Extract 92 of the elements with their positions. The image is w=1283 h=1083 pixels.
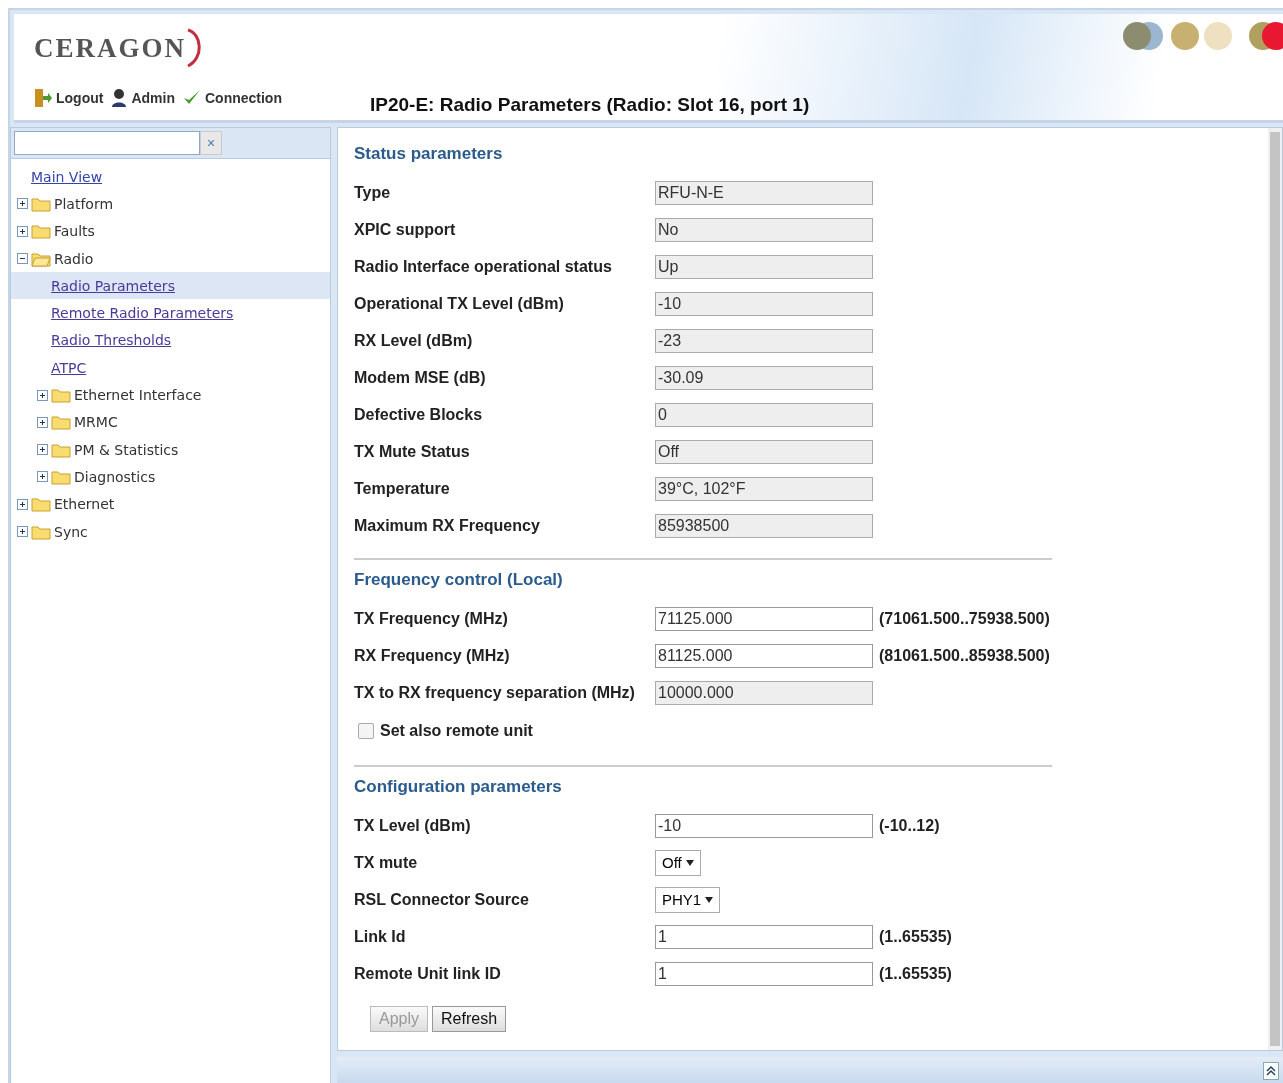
folder-icon [31,195,51,212]
section-heading: Frequency control (Local) [354,570,564,591]
field-label: Modem MSE (dB) [354,368,487,387]
field-label: Radio Interface operational status [354,257,613,276]
readonly-field: 85938500 [655,513,873,538]
field-label: Type [354,183,392,202]
readonly-field: 10000.000 [655,680,873,705]
readonly-field: -23 [655,328,873,353]
field-label: Link Id [354,927,407,946]
readonly-field: Off [655,439,873,464]
expand-icon[interactable] [17,498,28,510]
tree-folder[interactable]: Diagnostics [74,468,156,485]
readonly-field: Up [655,254,873,279]
expand-icon[interactable] [37,471,48,483]
tree-folder[interactable]: Ethernet [54,496,115,513]
checkbox[interactable] [358,723,374,739]
field-label: TX Level (dBm) [354,816,472,835]
tree-folder[interactable]: Faults [54,223,95,240]
range-hint: (71061.500..75938.500) [879,609,1050,628]
expand-icon[interactable] [17,198,28,210]
dropdown[interactable]: Off [655,849,701,876]
expand-icon[interactable] [37,416,48,428]
logo-swoosh-icon [186,28,204,68]
folder-icon [51,441,71,458]
scrollbar[interactable] [1268,128,1282,1050]
tree-link[interactable]: Radio Thresholds [51,332,172,349]
field-label: RX Level (dBm) [354,331,474,350]
expand-icon[interactable] [37,444,48,456]
header-link[interactable]: Admin [131,90,175,106]
tree-folder[interactable]: Platform [54,195,114,212]
field-label: Remote Unit link ID [354,964,502,983]
readonly-field: 0 [655,402,873,427]
field-label: TX Mute Status [354,442,471,461]
folder-icon [31,523,51,540]
section-heading: Status parameters [354,144,504,165]
open-folder-icon [31,250,51,267]
folder-icon [51,468,71,485]
field-label: RX Frequency (MHz) [354,646,511,665]
range-hint: (1..65535) [879,927,952,946]
user-icon [111,88,128,108]
readonly-field: -30.09 [655,365,873,390]
field-label: Defective Blocks [354,405,484,424]
input-field[interactable]: 71125.000 [655,606,873,631]
expand-icon[interactable] [17,526,28,537]
caret-icon [685,859,694,866]
header-link[interactable]: Logout [56,90,104,106]
collapse-icon[interactable] [1263,1062,1279,1080]
folder-icon [51,414,71,431]
expand-icon[interactable] [37,389,48,401]
readonly-field: -10 [655,291,873,316]
expand-icon[interactable] [17,225,28,237]
readonly-field: No [655,217,873,242]
input-field[interactable]: 1 [655,924,873,949]
tree-folder[interactable]: Radio [54,250,94,267]
field-label: TX to RX frequency separation (MHz) [354,683,636,702]
field-label: Operational TX Level (dBm) [354,294,565,313]
input-field[interactable]: 81125.000 [655,643,873,668]
field-label: XPIC support [354,220,457,239]
readonly-field: RFU-N-E [655,180,873,205]
field-label: TX Frequency (MHz) [354,609,509,628]
search-field[interactable] [14,131,200,155]
page-title: IP20-E: Radio Parameters (Radio: Slot 16, port 1) [369,94,811,117]
readonly-field: 39°C, 102°F [655,476,873,501]
tree-folder[interactable]: PM & Statistics [74,441,179,458]
door-icon [34,88,52,108]
tree-folder[interactable]: Ethernet Interface [74,387,202,403]
tree-folder[interactable]: MRMC [74,414,118,431]
field-label: Temperature [354,479,451,498]
tree-folder[interactable]: Sync [54,523,88,540]
collapse-icon[interactable] [17,253,28,265]
range-hint: (81061.500..85938.500) [879,646,1050,665]
folder-icon [31,223,51,240]
caret-icon [705,896,714,903]
range-hint: (1..65535) [879,964,952,983]
clear-button[interactable]: × [200,131,222,155]
checkbox-label: Set also remote unit [380,722,534,740]
logo: CERAGON [34,32,186,64]
section-heading: Configuration parameters [354,777,563,798]
header-link[interactable]: Connection [205,90,282,106]
input-field[interactable]: 1 [655,961,873,986]
dropdown[interactable]: PHY1 [655,886,721,913]
range-hint: (-10..12) [879,816,940,835]
tree-link[interactable]: ATPC [51,359,87,376]
tree-link[interactable]: Remote Radio Parameters [51,305,234,322]
form-button[interactable]: Refresh [432,1006,507,1032]
tree-link[interactable]: Main View [31,168,103,185]
input-field[interactable]: -10 [655,813,873,838]
field-label: Maximum RX Frequency [354,516,541,535]
folder-icon [51,387,71,403]
field-label: TX mute [354,853,419,872]
field-label: RSL Connector Source [354,890,530,909]
folder-icon [31,496,51,513]
